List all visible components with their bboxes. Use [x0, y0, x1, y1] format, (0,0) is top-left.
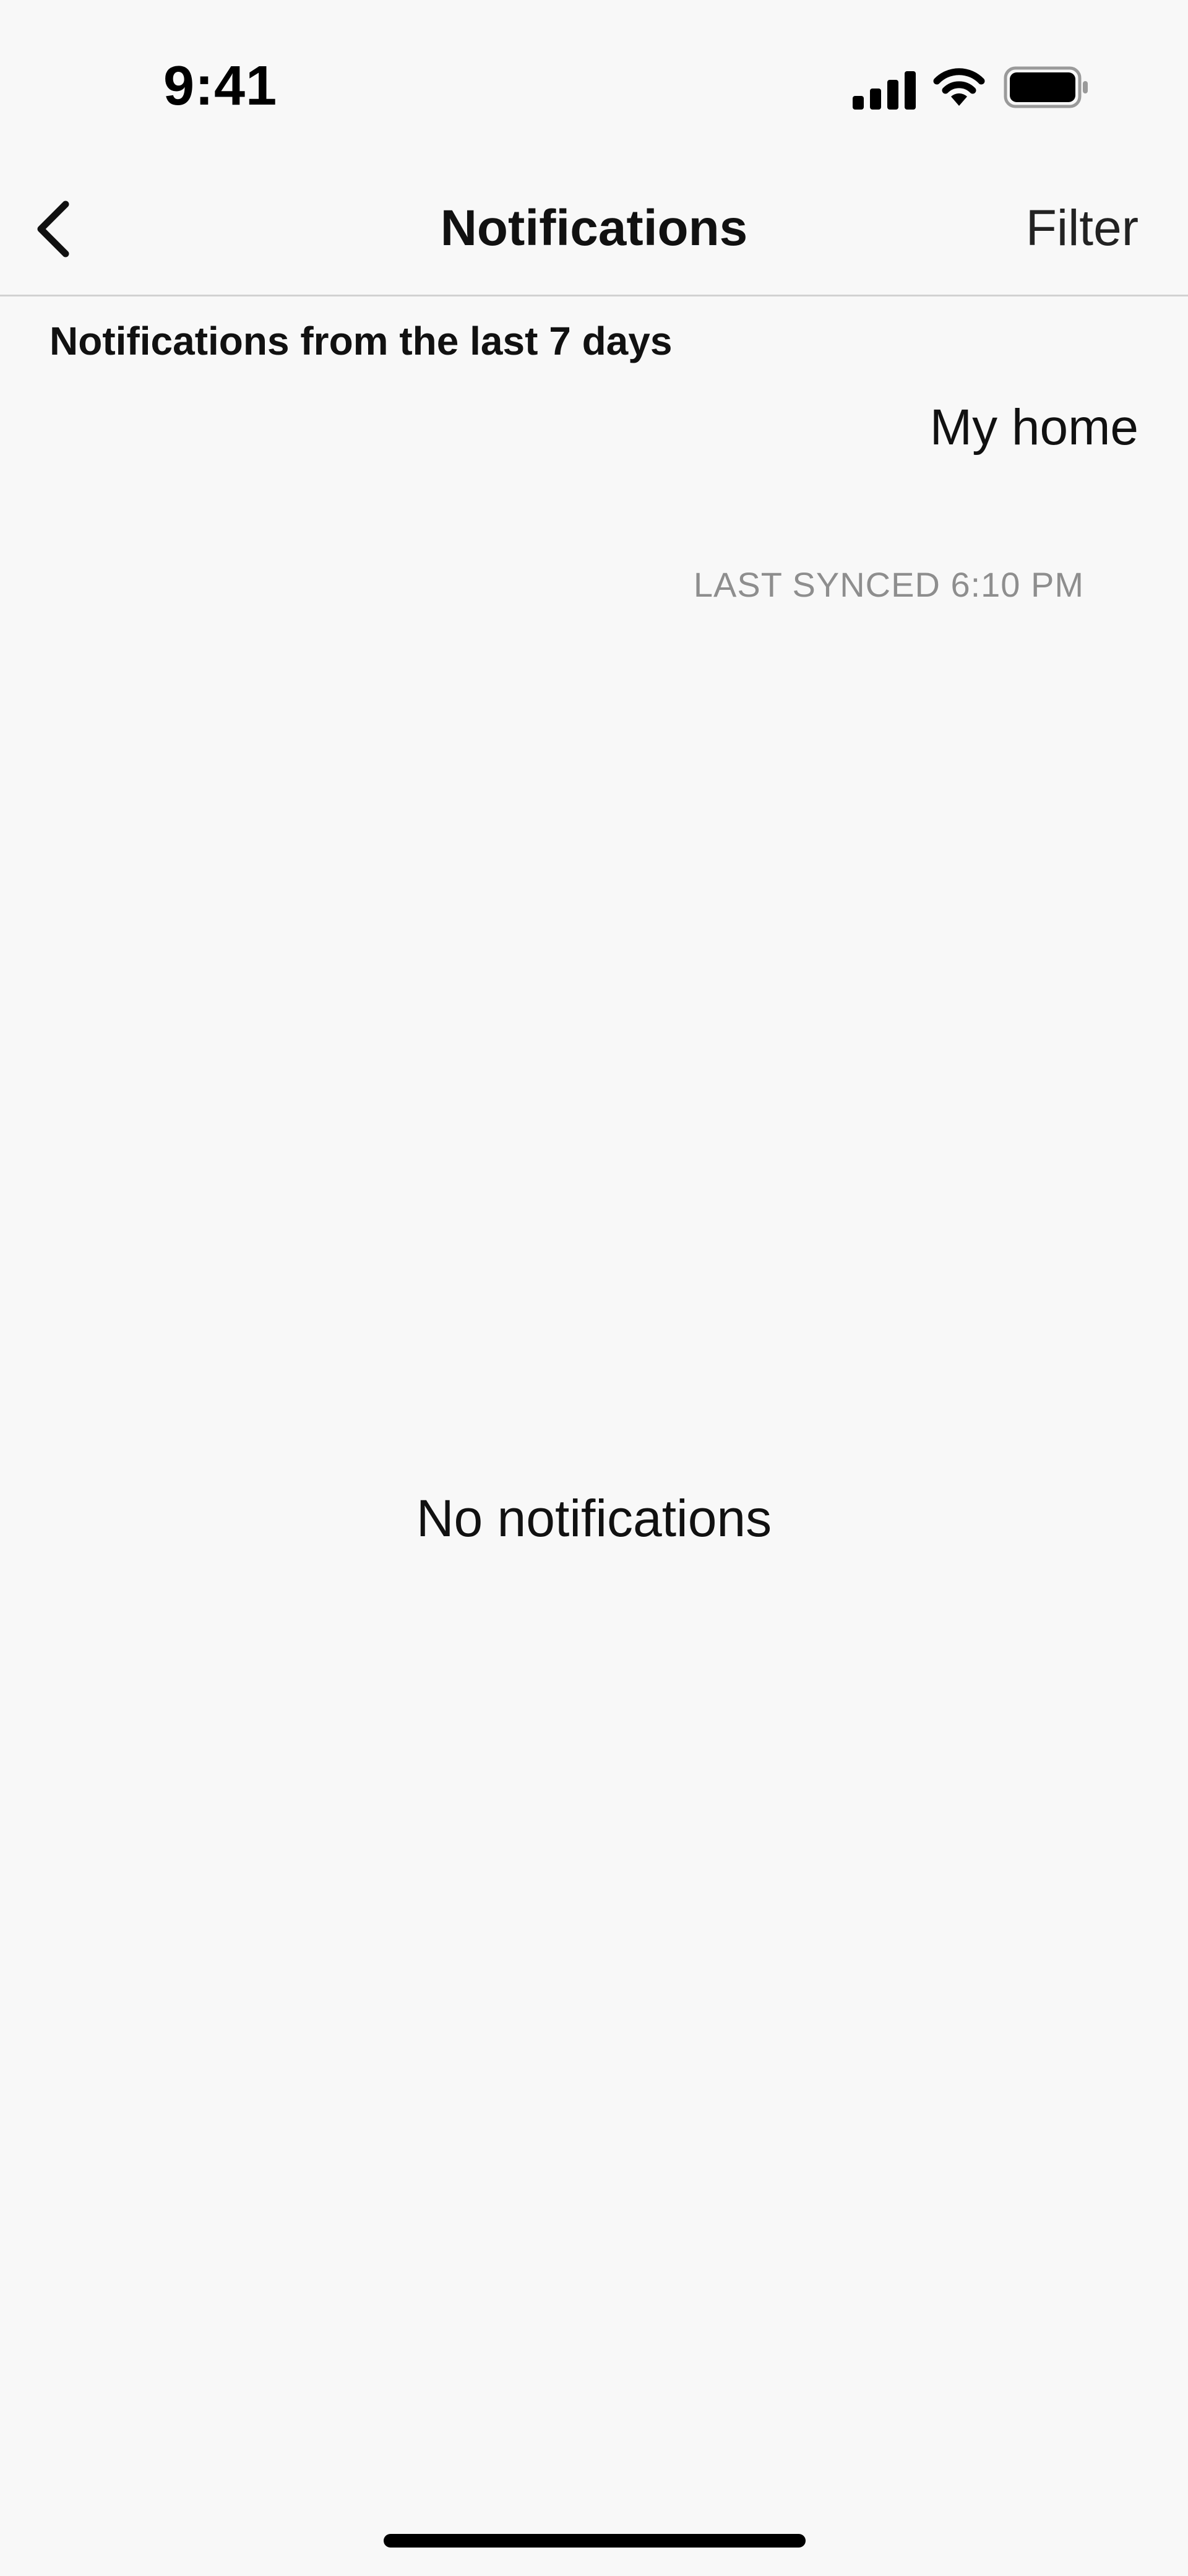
page-title: Notifications — [440, 200, 748, 256]
wifi-icon — [933, 68, 985, 106]
home-indicator[interactable] — [384, 2534, 806, 2548]
cellular-signal-icon — [853, 71, 916, 110]
status-time: 9:41 — [163, 55, 278, 117]
home-selector[interactable]: My home — [930, 399, 1138, 457]
battery-icon — [1004, 66, 1088, 108]
status-icons — [842, 65, 1089, 115]
status-bar: 9:41 — [0, 0, 1188, 161]
nav-divider — [0, 295, 1188, 296]
section-heading: Notifications from the last 7 days — [50, 319, 673, 363]
last-synced-label: LAST SYNCED 6:10 PM — [693, 565, 1084, 604]
filter-button[interactable]: Filter — [1026, 199, 1138, 257]
empty-state-message: No notifications — [416, 1489, 772, 1547]
navigation-bar: Notifications Filter — [0, 161, 1188, 295]
